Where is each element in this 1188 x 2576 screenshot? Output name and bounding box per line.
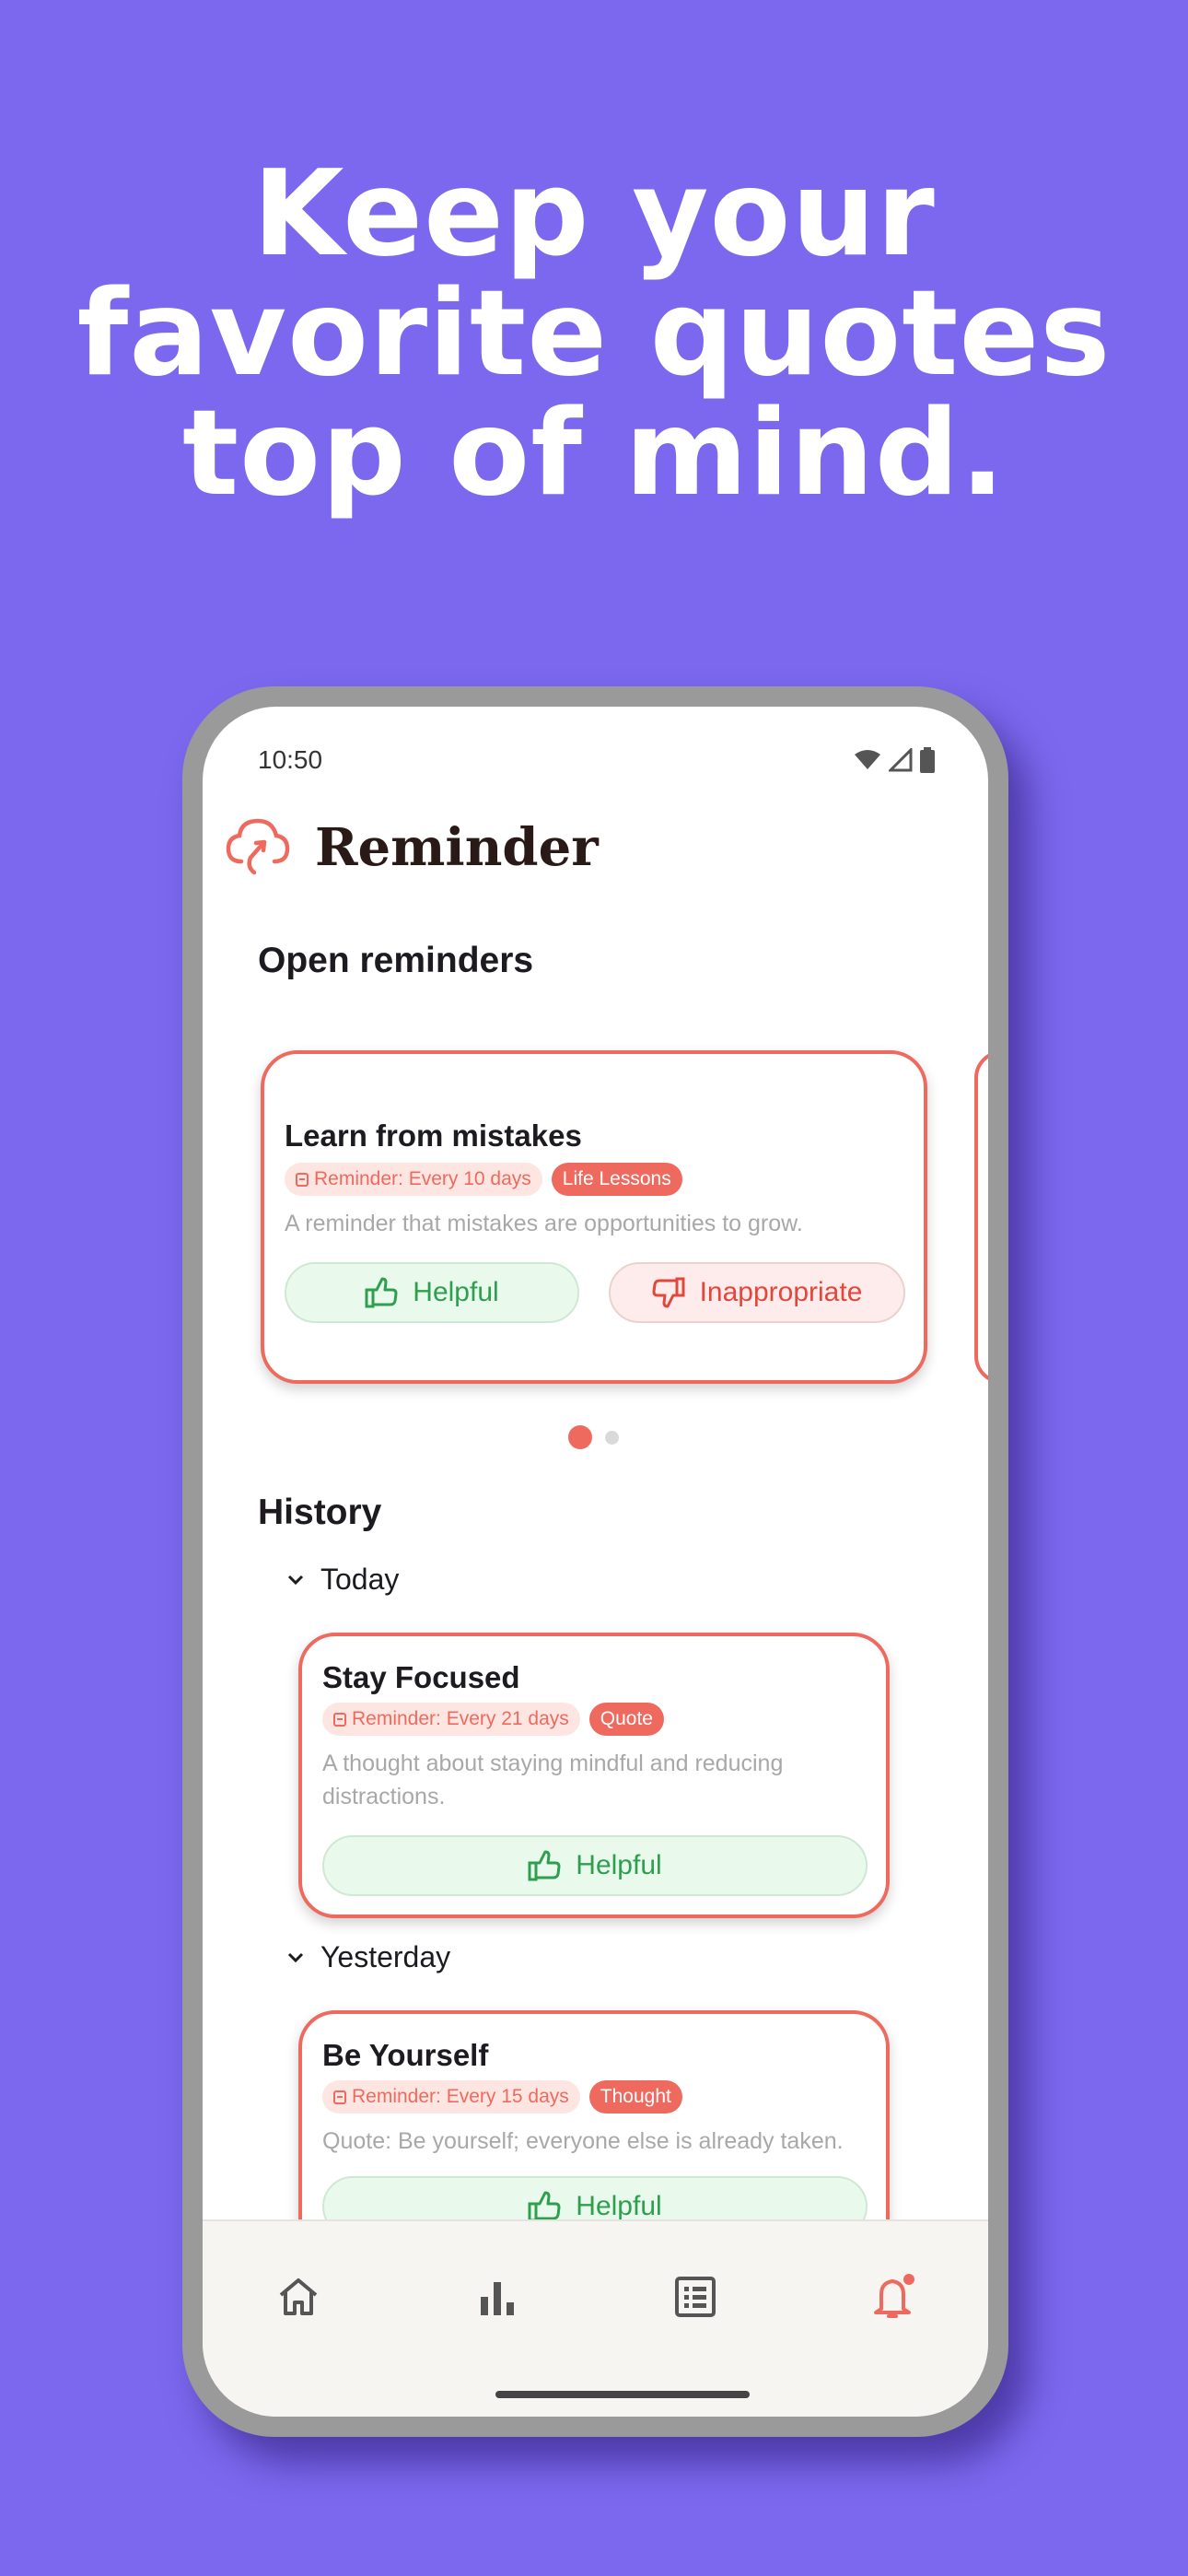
next-reminder-card-peek[interactable]: [974, 1050, 988, 1384]
reminder-chip-label: Reminder: Every 10 days: [314, 1168, 531, 1189]
phone-frame: 10:50 Reminder Open reminders Learn from…: [182, 686, 1008, 2437]
history-title: History: [258, 1493, 382, 1532]
status-icons: [854, 747, 935, 773]
battery-icon: [920, 747, 935, 773]
reminder-chip: Reminder: Every 21 days: [322, 1703, 580, 1736]
pager-dot[interactable]: [605, 1431, 619, 1445]
nav-home[interactable]: [271, 2269, 326, 2324]
reminder-chip: Reminder: Every 10 days: [285, 1163, 542, 1196]
pager-dot-active[interactable]: [568, 1425, 592, 1449]
calendar-icon: [296, 1173, 309, 1187]
inappropriate-label: Inappropriate: [699, 1277, 863, 1307]
card-description: A thought about staying mindful and redu…: [322, 1747, 866, 1813]
bottom-nav: [203, 2219, 988, 2417]
notification-badge: [903, 2274, 914, 2285]
open-reminder-card[interactable]: Learn from mistakes Reminder: Every 10 d…: [261, 1050, 927, 1384]
tag-chip: Quote: [588, 1703, 664, 1736]
phone-screen: 10:50 Reminder Open reminders Learn from…: [203, 707, 988, 2417]
card-title: Stay Focused: [322, 1660, 520, 1694]
card-chips: Reminder: Every 15 days Thought: [322, 2080, 682, 2113]
reminder-chip-label: Reminder: Every 15 days: [352, 2086, 569, 2107]
card-title: Be Yourself: [322, 2038, 489, 2072]
chevron-down-icon: [287, 1952, 304, 1962]
helpful-label: Helpful: [576, 1850, 662, 1880]
inappropriate-button[interactable]: Inappropriate: [609, 1262, 905, 1323]
history-card-stay-focused[interactable]: Stay Focused Reminder: Every 21 days Quo…: [298, 1633, 890, 1918]
thumbs-up-icon: [528, 1850, 561, 1881]
wifi-icon: [855, 750, 880, 769]
headline-line-3: top of mind.: [181, 385, 1007, 522]
app-title: Reminder: [315, 817, 599, 878]
helpful-label: Helpful: [413, 1277, 499, 1307]
group-label-today: Today: [320, 1563, 400, 1596]
tag-chip: Life Lessons: [551, 1163, 682, 1196]
headline-line-1: Keep your: [252, 146, 936, 283]
signal-icon: [889, 748, 913, 772]
group-toggle-yesterday[interactable]: Yesterday: [287, 1940, 450, 1974]
card-description-line-2: distractions.: [322, 1784, 446, 1809]
status-time: 10:50: [258, 745, 323, 774]
group-label-yesterday: Yesterday: [320, 1940, 451, 1973]
status-bar: 10:50: [203, 707, 988, 780]
card-description-line-1: A thought about staying mindful and redu…: [322, 1751, 784, 1776]
home-icon: [279, 2278, 318, 2315]
helpful-label: Helpful: [576, 2191, 662, 2221]
bar-chart-icon: [481, 2282, 514, 2315]
list-icon: [675, 2277, 716, 2317]
card-chips: Reminder: Every 10 days Life Lessons: [285, 1163, 682, 1196]
group-toggle-today[interactable]: Today: [287, 1563, 399, 1597]
chevron-down-icon: [287, 1575, 304, 1585]
open-reminders-title: Open reminders: [258, 941, 534, 980]
card-chips: Reminder: Every 21 days Quote: [322, 1703, 664, 1736]
reminder-chip: Reminder: Every 15 days: [322, 2080, 580, 2113]
nav-list[interactable]: [668, 2269, 723, 2324]
nav-stats[interactable]: [470, 2269, 525, 2324]
card-description: A reminder that mistakes are opportuniti…: [285, 1211, 803, 1236]
card-description: Quote: Be yourself; everyone else is alr…: [322, 2128, 844, 2154]
thumbs-down-icon: [652, 1277, 685, 1308]
nav-reminders[interactable]: [867, 2269, 922, 2324]
card-title: Learn from mistakes: [285, 1118, 582, 1153]
reminder-chip-label: Reminder: Every 21 days: [352, 1708, 569, 1729]
calendar-icon: [333, 2090, 346, 2104]
calendar-icon: [333, 1713, 346, 1727]
cloud-arrow-icon: [226, 818, 290, 875]
headline-line-2: favorite quotes: [76, 265, 1112, 403]
tag-chip: Thought: [588, 2080, 682, 2113]
bell-icon: [874, 2274, 914, 2318]
headline: Keep your favorite quotes top of mind.: [0, 155, 1188, 514]
helpful-button[interactable]: Helpful: [285, 1262, 579, 1323]
helpful-button[interactable]: Helpful: [322, 1835, 868, 1896]
thumbs-up-icon: [365, 1277, 398, 1308]
app-bar: Reminder: [203, 810, 988, 893]
thumbs-up-icon: [528, 2191, 561, 2222]
home-indicator[interactable]: [495, 2391, 750, 2398]
